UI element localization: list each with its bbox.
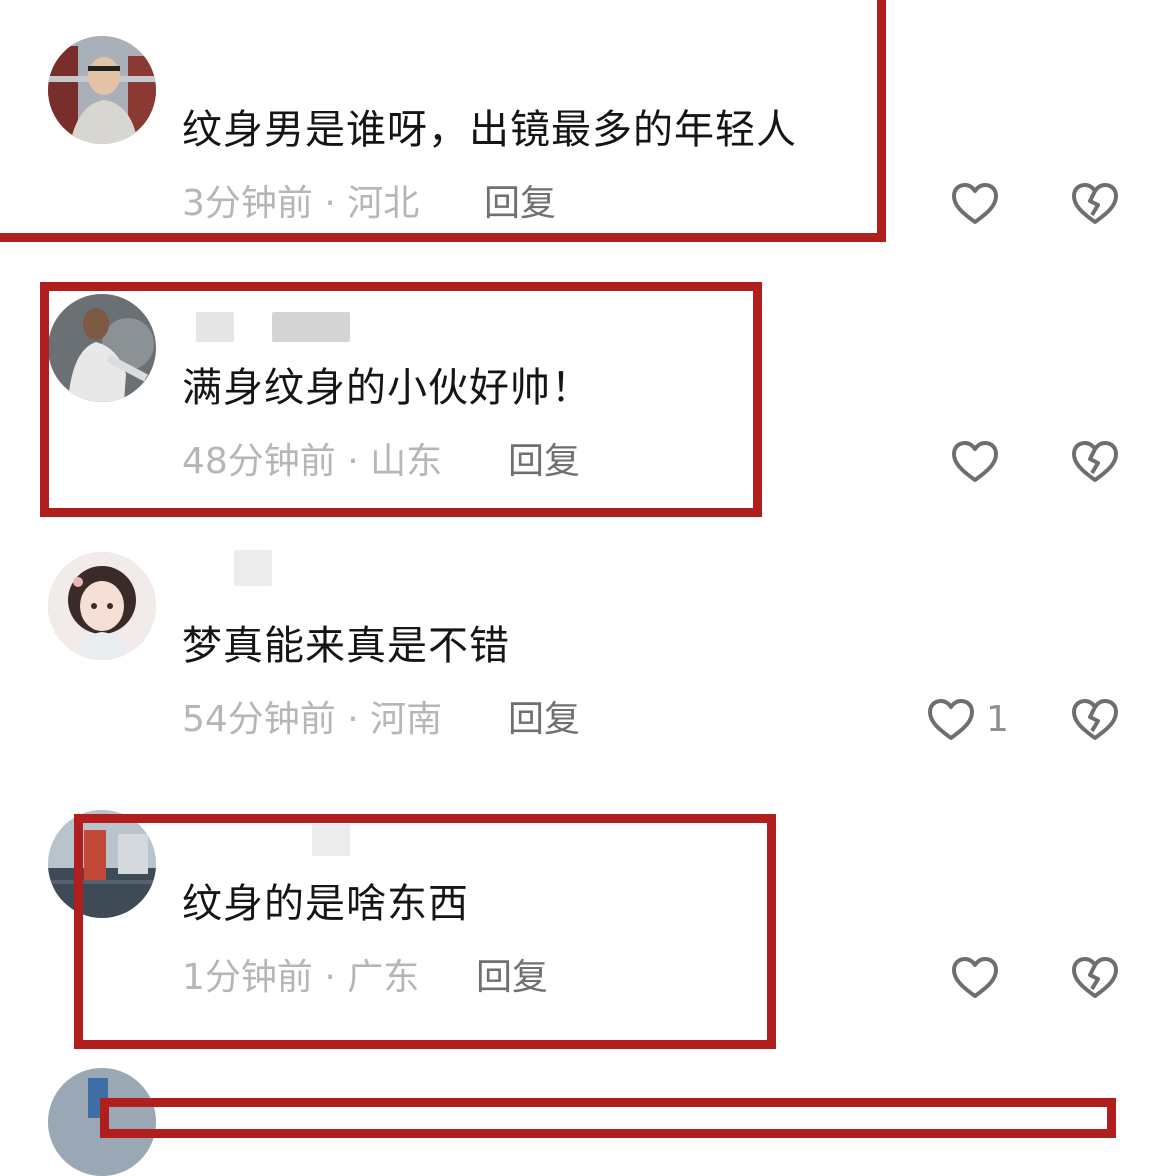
- comment-item: 纹身男是谁呀，出镜最多的年轻人 3分钟前 · 河北 回复: [0, 0, 1170, 250]
- comment-item: 满身纹身的小伙好帅！ 48分钟前 · 山东 回复: [0, 258, 1170, 508]
- reply-button[interactable]: 回复: [508, 698, 580, 742]
- username-blurred: [234, 550, 272, 586]
- heart-icon: [926, 695, 976, 745]
- highlight-frame: [100, 1098, 1116, 1138]
- comment-text: 满身纹身的小伙好帅！: [182, 365, 592, 411]
- username-blurred: [272, 312, 350, 342]
- avatar[interactable]: [48, 294, 156, 402]
- comment-text: 纹身的是啥东西: [182, 881, 469, 927]
- heart-icon: [950, 179, 1000, 229]
- reply-button[interactable]: 回复: [484, 182, 556, 226]
- avatar[interactable]: [48, 810, 156, 918]
- reply-button[interactable]: 回复: [508, 440, 580, 484]
- avatar-image: [48, 552, 156, 660]
- avatar[interactable]: [48, 36, 156, 144]
- reply-button[interactable]: 回复: [476, 956, 548, 1000]
- heart-icon: [950, 953, 1000, 1003]
- comment-text: 纹身男是谁呀，出镜最多的年轻人: [182, 107, 797, 153]
- comment-meta: 1分钟前 · 广东: [182, 957, 420, 998]
- username-blurred: [196, 312, 234, 342]
- avatar[interactable]: [48, 552, 156, 660]
- avatar[interactable]: [48, 1068, 156, 1176]
- like-count: 1: [986, 699, 1009, 740]
- avatar-image: [48, 1068, 156, 1176]
- like-button[interactable]: 1: [926, 695, 1009, 745]
- broken-heart-icon[interactable]: [1070, 953, 1120, 1003]
- avatar-image: [48, 294, 156, 402]
- username-blurred: [312, 824, 350, 856]
- broken-heart-icon[interactable]: [1070, 695, 1120, 745]
- comment-meta: 54分钟前 · 河南: [182, 699, 443, 740]
- avatar-image: [48, 36, 156, 144]
- heart-icon: [950, 437, 1000, 487]
- comment-item: 纹身的是啥东西 1分钟前 · 广东 回复: [0, 774, 1170, 1024]
- comment-meta: 3分钟前 · 河北: [182, 183, 420, 224]
- broken-heart-icon[interactable]: [1070, 179, 1120, 229]
- like-button[interactable]: [950, 953, 1000, 1003]
- like-button[interactable]: [950, 437, 1000, 487]
- broken-heart-icon[interactable]: [1070, 437, 1120, 487]
- comment-text: 梦真能来真是不错: [182, 623, 510, 669]
- comment-meta: 48分钟前 · 山东: [182, 441, 443, 482]
- comment-item: 梦真能来真是不错 54分钟前 · 河南 回复 1: [0, 516, 1170, 766]
- avatar-image: [48, 810, 156, 918]
- like-button[interactable]: [950, 179, 1000, 229]
